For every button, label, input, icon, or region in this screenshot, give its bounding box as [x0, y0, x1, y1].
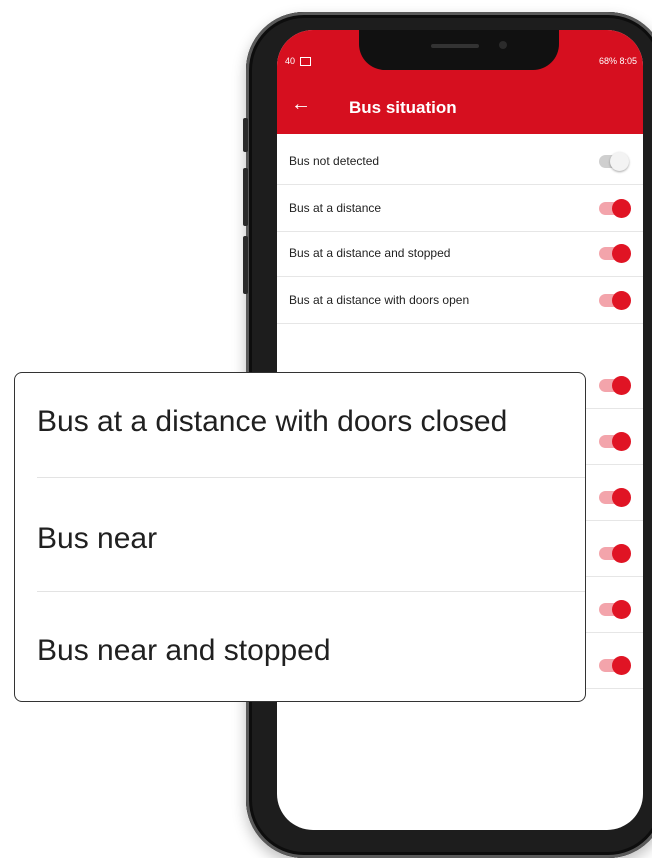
- toggle-knob: [612, 291, 631, 310]
- toggle-knob: [612, 656, 631, 675]
- setting-toggle[interactable]: [599, 488, 631, 507]
- setting-label: Bus at a distance: [289, 201, 382, 215]
- front-camera: [499, 41, 507, 49]
- zoom-callout: Bus at a distance with doors closed Bus …: [14, 372, 586, 702]
- callout-item-label: Bus at a distance with doors closed: [37, 405, 508, 438]
- setting-toggle[interactable]: [599, 152, 629, 171]
- setting-toggle[interactable]: [599, 244, 631, 263]
- callout-item-label: Bus near: [37, 522, 158, 555]
- toggle-knob: [612, 432, 631, 451]
- setting-toggle[interactable]: [599, 199, 631, 218]
- setting-toggle[interactable]: [599, 376, 631, 395]
- setting-row[interactable]: Bus not detected: [277, 138, 643, 185]
- phone-side-button: [243, 168, 248, 226]
- setting-row[interactable]: Bus at a distance: [277, 185, 643, 232]
- setting-toggle[interactable]: [599, 291, 631, 310]
- setting-label: Bus not detected: [289, 154, 380, 168]
- setting-label: Bus at a distance with doors open: [289, 293, 470, 307]
- callout-item-label: Bus near and stopped: [37, 634, 331, 667]
- setting-toggle[interactable]: [599, 656, 631, 675]
- phone-side-button: [243, 236, 248, 294]
- toggle-knob: [612, 199, 631, 218]
- phone-notch: [359, 30, 559, 70]
- toggle-knob: [612, 244, 631, 263]
- setting-row[interactable]: Bus at a distance with doors open: [277, 277, 643, 324]
- toggle-knob: [610, 152, 629, 171]
- setting-toggle[interactable]: [599, 432, 631, 451]
- toggle-knob: [612, 600, 631, 619]
- image-notification-icon: [299, 57, 311, 67]
- callout-item[interactable]: Bus near: [15, 478, 585, 582]
- toggle-knob: [612, 376, 631, 395]
- back-arrow-icon[interactable]: ←: [291, 94, 311, 114]
- phone-side-button: [243, 118, 248, 152]
- setting-label: Bus at a distance and stopped: [289, 246, 451, 260]
- toggle-knob: [612, 544, 631, 563]
- page-title: Bus situation: [349, 98, 457, 117]
- speaker-grille: [431, 44, 479, 48]
- callout-item[interactable]: Bus at a distance with doors closed: [15, 373, 585, 477]
- status-bar-right: 68% 8:05: [598, 56, 637, 66]
- setting-toggle[interactable]: [599, 544, 631, 563]
- setting-row[interactable]: Bus at a distance and stopped: [277, 230, 643, 277]
- setting-toggle[interactable]: [599, 600, 631, 619]
- toggle-knob: [612, 488, 631, 507]
- signal-text: 40: [285, 56, 296, 66]
- app-bar: 40 68% 8:05 ← Bus situation: [277, 30, 643, 134]
- status-bar-left: 40: [285, 56, 311, 67]
- callout-item[interactable]: Bus near and stopped: [15, 592, 585, 696]
